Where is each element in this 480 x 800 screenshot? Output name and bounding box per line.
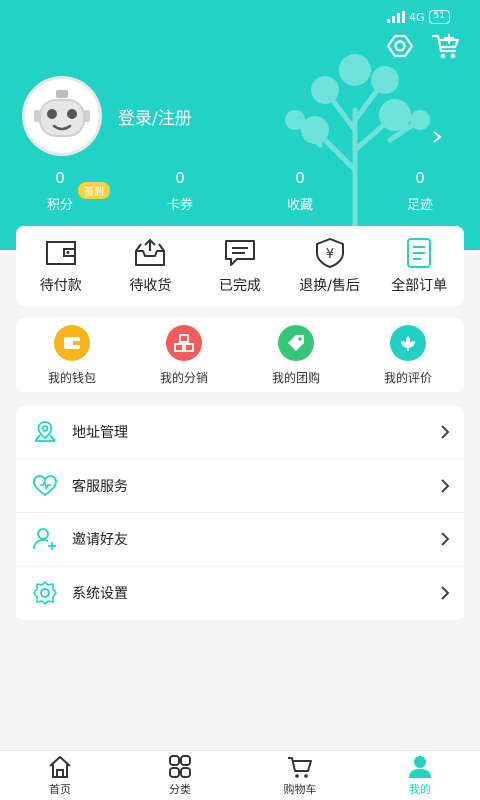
wallet-icon <box>54 324 90 361</box>
battery-level: 51 <box>428 10 450 24</box>
svg-text:¥: ¥ <box>325 247 333 262</box>
menu-invite-friends[interactable]: 邀请好友 <box>16 513 464 567</box>
status-bar: 4G 51 <box>387 10 450 24</box>
flower-icon <box>390 324 426 361</box>
boxes-icon <box>166 324 202 361</box>
service-label: 我的团购 <box>271 370 320 385</box>
signal-icon <box>387 11 406 23</box>
settings-menu: 地址管理 客服服务 邀请好友 系统设置 <box>16 406 464 620</box>
tab-label: 我的 <box>409 782 431 796</box>
order-pending-receipt[interactable]: 待收货 <box>106 226 196 306</box>
menu-address-management[interactable]: 地址管理 <box>16 406 464 460</box>
order-completed[interactable]: 已完成 <box>195 226 285 306</box>
order-label: 全部订单 <box>391 278 448 294</box>
stat-label: 卡券 <box>166 198 193 213</box>
network-type: 4G <box>409 10 425 24</box>
gear-icon <box>386 34 414 58</box>
menu-system-settings[interactable]: 系统设置 <box>16 567 464 621</box>
stat-label: 足迹 <box>406 198 433 213</box>
add-user-icon <box>32 526 58 552</box>
stat-favorites[interactable]: 0 收藏 <box>240 168 360 213</box>
stat-coupons[interactable]: 0 卡券 <box>120 168 240 213</box>
stat-label: 收藏 <box>286 198 313 213</box>
order-pending-payment[interactable]: 待付款 <box>16 226 106 306</box>
user-stats: 0 积分 签到 0 卡券 0 收藏 0 足迹 <box>0 168 480 213</box>
profile-header: 4G 51 登录/注册 0 积分 签到 0 卡券 0 收藏 0 足迹 <box>0 0 480 250</box>
service-label: 我的评价 <box>383 370 432 385</box>
order-label: 待付款 <box>39 278 82 294</box>
cart-icon <box>287 755 313 779</box>
avatar[interactable] <box>22 76 102 156</box>
tag-icon <box>278 324 314 361</box>
menu-label: 地址管理 <box>72 425 128 442</box>
cart-plus-icon <box>431 34 460 59</box>
shield-yen-icon: ¥ <box>312 237 348 269</box>
home-icon <box>47 755 73 779</box>
grid-icon <box>167 754 193 779</box>
service-reviews[interactable]: 我的评价 <box>352 318 464 392</box>
message-icon <box>222 237 258 269</box>
menu-label: 客服服务 <box>72 478 128 495</box>
gear-icon <box>32 580 58 606</box>
order-all[interactable]: 全部订单 <box>374 226 464 306</box>
service-distribution[interactable]: 我的分销 <box>128 318 240 392</box>
services-card: 我的钱包 我的分销 我的团购 我的评价 <box>16 318 464 392</box>
chevron-right-icon <box>441 425 450 439</box>
service-label: 我的分销 <box>159 370 208 385</box>
document-icon <box>401 237 437 269</box>
chevron-right-icon <box>441 586 450 600</box>
stat-points[interactable]: 0 积分 签到 <box>0 168 120 213</box>
stat-value: 0 <box>415 169 425 187</box>
order-label: 待收货 <box>129 278 172 294</box>
tab-label: 购物车 <box>283 782 317 796</box>
tab-label: 首页 <box>49 782 71 796</box>
chevron-right-icon <box>441 479 450 493</box>
heart-icon <box>32 473 58 499</box>
cart-button[interactable] <box>430 32 462 60</box>
bottom-tab-bar: 首页 分类 购物车 我的 <box>0 750 480 800</box>
tab-label: 分类 <box>169 782 191 796</box>
robot-avatar-icon <box>34 90 90 137</box>
location-icon <box>32 419 58 445</box>
wallet-icon <box>43 237 79 269</box>
menu-label: 系统设置 <box>72 586 128 603</box>
tab-cart[interactable]: 购物车 <box>240 751 360 800</box>
inbox-icon <box>132 237 168 269</box>
stat-value: 0 <box>175 169 185 187</box>
stat-history[interactable]: 0 足迹 <box>360 168 480 213</box>
tab-category[interactable]: 分类 <box>120 751 240 800</box>
service-wallet[interactable]: 我的钱包 <box>16 318 128 392</box>
sign-in-badge[interactable]: 签到 <box>78 182 110 199</box>
settings-button[interactable] <box>384 32 416 60</box>
menu-label: 邀请好友 <box>72 532 128 549</box>
chevron-right-icon <box>433 131 442 143</box>
service-label: 我的钱包 <box>47 370 96 385</box>
stat-value: 0 <box>295 169 305 187</box>
tab-home[interactable]: 首页 <box>0 751 120 800</box>
menu-customer-service[interactable]: 客服服务 <box>16 460 464 513</box>
tab-mine[interactable]: 我的 <box>360 751 480 800</box>
order-after-sales[interactable]: ¥ 退换/售后 <box>285 226 375 306</box>
orders-card: 待付款 待收货 已完成 ¥ 退换/售后 全部订单 <box>16 226 464 306</box>
login-register-link[interactable]: 登录/注册 <box>118 104 192 129</box>
person-icon <box>407 755 433 779</box>
user-login-row[interactable]: 登录/注册 <box>22 70 452 156</box>
chevron-right-icon <box>441 532 450 546</box>
order-label: 退换/售后 <box>299 278 360 294</box>
service-group-buy[interactable]: 我的团购 <box>240 318 352 392</box>
order-label: 已完成 <box>218 278 261 294</box>
